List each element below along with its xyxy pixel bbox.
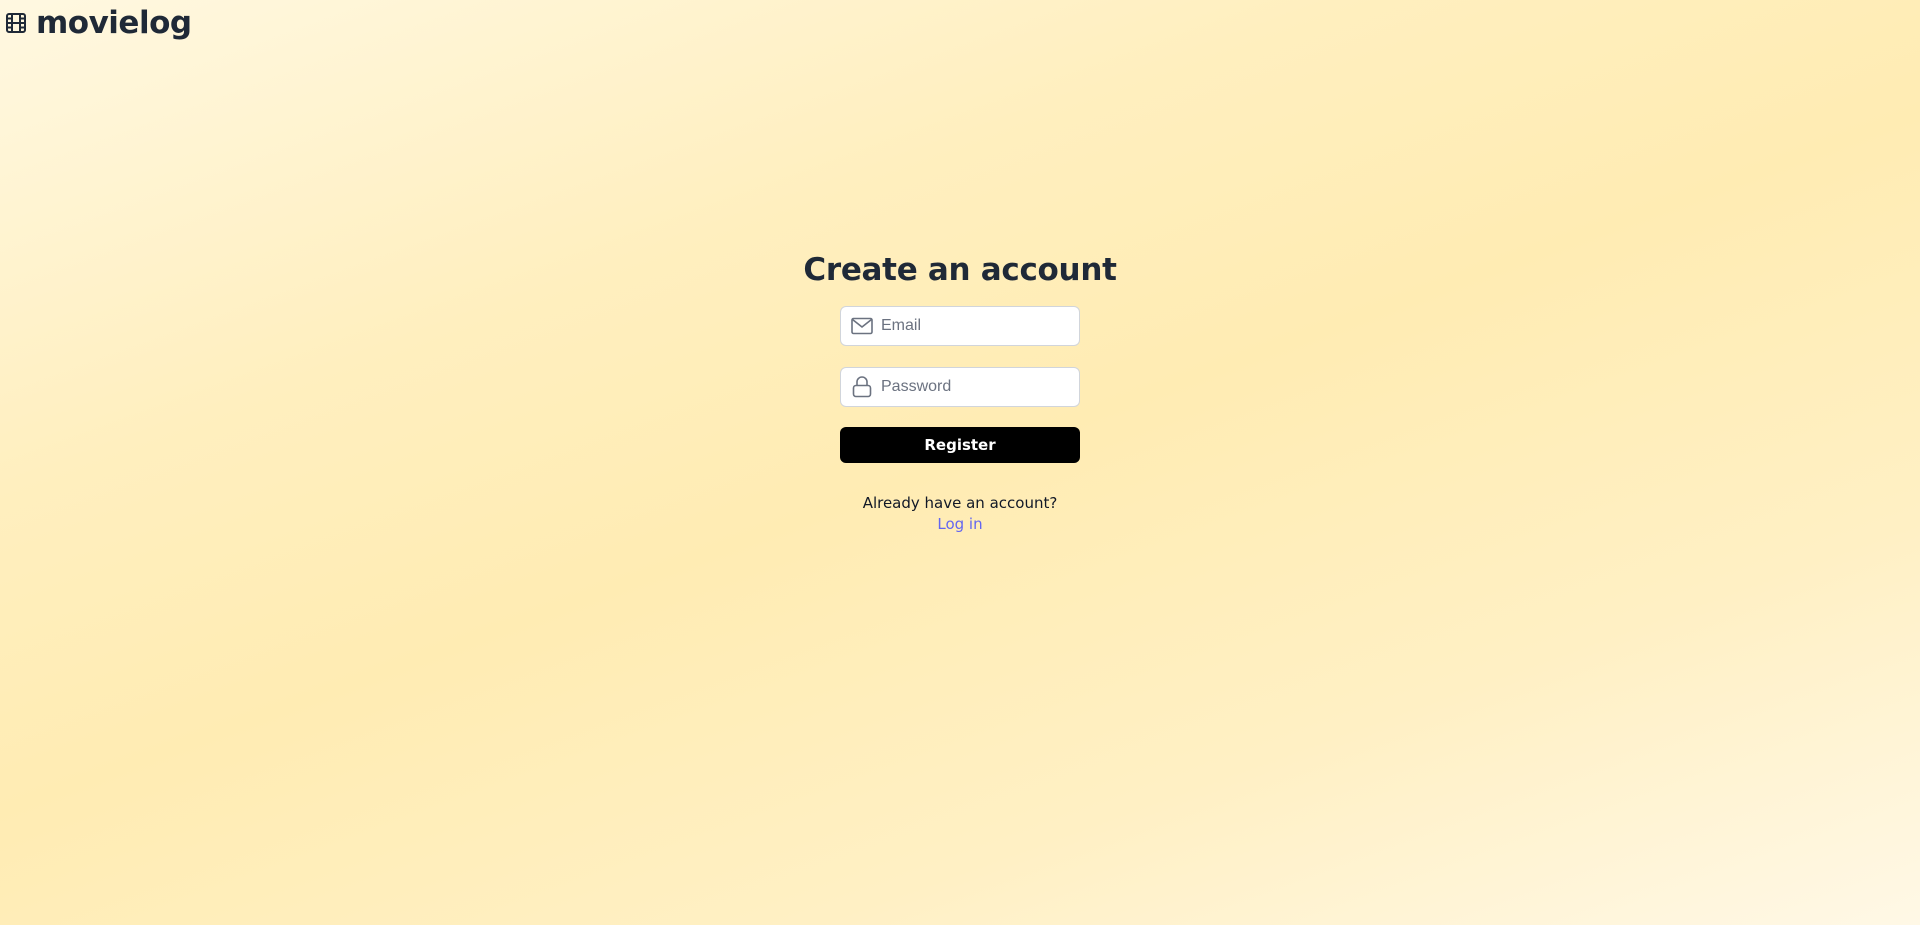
- brand[interactable]: movielog: [4, 3, 192, 43]
- page-title: Create an account: [803, 252, 1117, 288]
- register-form: Create an account Register Already have …: [803, 245, 1117, 535]
- lock-icon: [851, 376, 873, 398]
- email-field[interactable]: [840, 306, 1080, 346]
- envelope-icon: [851, 315, 873, 337]
- login-prompt: Already have an account? Log in: [863, 493, 1058, 535]
- login-prompt-text: Already have an account?: [862, 494, 1058, 512]
- login-link[interactable]: Log in: [863, 514, 1058, 535]
- brand-name: movielog: [36, 5, 192, 41]
- password-field[interactable]: [840, 367, 1080, 407]
- password-input[interactable]: [881, 378, 1069, 396]
- film-icon: [4, 11, 28, 35]
- register-button[interactable]: Register: [840, 427, 1080, 463]
- email-input[interactable]: [881, 317, 1069, 335]
